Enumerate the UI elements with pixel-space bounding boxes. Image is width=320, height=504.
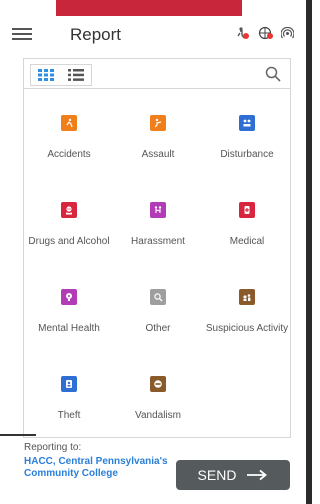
category-label: Other xyxy=(145,323,171,334)
globe-icon xyxy=(258,26,273,40)
view-toggle xyxy=(30,64,92,86)
send-label: SEND xyxy=(197,467,237,483)
harassment-icon xyxy=(150,202,166,218)
window-edge xyxy=(306,0,312,504)
category-accidents[interactable]: Accidents xyxy=(26,115,112,161)
footer-divider xyxy=(0,434,36,436)
assault-icon xyxy=(150,115,166,131)
category-label: Assault xyxy=(141,149,175,160)
search-icon xyxy=(265,66,281,82)
app-bar: Report xyxy=(0,16,306,54)
list-view-button[interactable] xyxy=(61,65,91,85)
category-label: Drugs and Alcohol xyxy=(28,236,110,247)
category-theft[interactable]: Theft xyxy=(26,376,112,422)
panel-toolbar xyxy=(24,59,290,89)
send-button[interactable]: SEND xyxy=(176,460,290,490)
no-location-icon xyxy=(237,27,249,39)
category-harassment[interactable]: Harassment xyxy=(115,202,201,248)
category-other[interactable]: Other xyxy=(115,289,201,335)
category-mental-health[interactable]: Mental Health xyxy=(26,289,112,335)
suspicious-icon xyxy=(239,289,255,305)
category-panel: Accidents Assault Disturbance Drugs and … xyxy=(23,58,291,438)
category-medical[interactable]: Medical xyxy=(204,202,290,248)
category-label: Theft xyxy=(57,410,81,421)
category-label: Accidents xyxy=(47,149,91,160)
organization-link[interactable]: HACC, Central Pennsylvania's Community C… xyxy=(24,456,174,480)
other-icon xyxy=(150,289,166,305)
footer: Reporting to: HACC, Central Pennsylvania… xyxy=(0,438,306,504)
category-suspicious-activity[interactable]: Suspicious Activity xyxy=(204,289,290,335)
top-banner-strip xyxy=(56,0,242,16)
signal-icon xyxy=(281,26,294,38)
category-label: Disturbance xyxy=(220,149,274,160)
menu-icon[interactable] xyxy=(12,25,32,45)
disturbance-icon xyxy=(239,115,255,131)
theft-icon xyxy=(61,376,77,392)
vandalism-icon xyxy=(150,376,166,392)
category-label: Mental Health xyxy=(38,323,100,334)
category-label: Vandalism xyxy=(135,410,181,421)
category-drugs-and-alcohol[interactable]: Drugs and Alcohol xyxy=(26,202,112,248)
reporting-to-label: Reporting to: xyxy=(24,442,82,453)
list-icon xyxy=(68,69,84,81)
mental-health-icon xyxy=(61,289,77,305)
grid-view-button[interactable] xyxy=(31,65,61,85)
category-assault[interactable]: Assault xyxy=(115,115,201,161)
category-label: Medical xyxy=(229,236,265,247)
category-vandalism[interactable]: Vandalism xyxy=(115,376,201,422)
category-label: Suspicious Activity xyxy=(205,323,289,334)
category-label: Harassment xyxy=(131,236,185,247)
grid-icon xyxy=(38,69,54,81)
status-icons xyxy=(236,26,294,40)
drugs-icon xyxy=(61,202,77,218)
accident-icon xyxy=(61,115,77,131)
category-disturbance[interactable]: Disturbance xyxy=(204,115,290,161)
medical-icon xyxy=(239,202,255,218)
page-title: Report xyxy=(70,25,122,44)
search-button[interactable] xyxy=(264,65,282,83)
arrow-right-icon xyxy=(247,469,268,481)
